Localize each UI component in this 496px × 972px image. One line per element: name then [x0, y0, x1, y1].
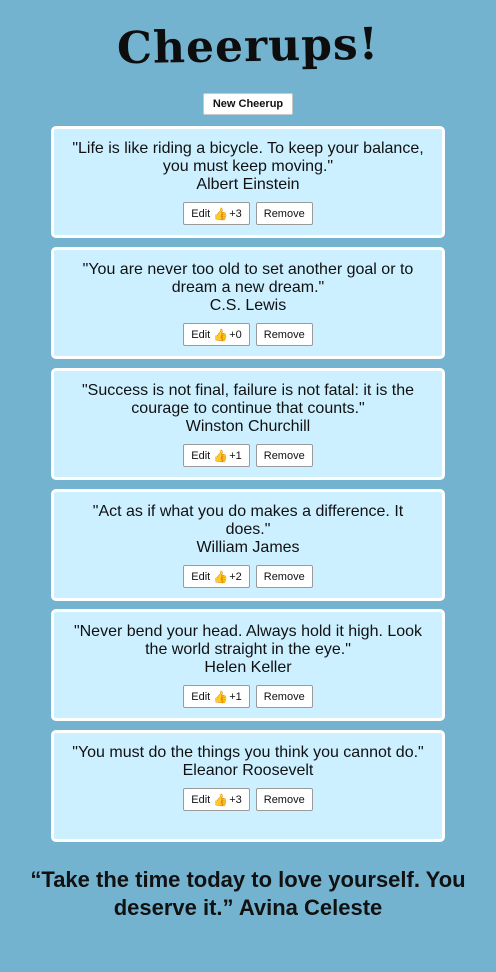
card-actions: Edit 👍 +3 Remove	[54, 788, 442, 811]
remove-button[interactable]: Remove	[255, 202, 313, 225]
quote-author: Winston Churchill	[185, 418, 311, 435]
footer-quote: “Take the time today to love yourself. Y…	[30, 867, 466, 920]
card-actions: Edit 👍 +3 Remove	[54, 202, 442, 225]
quote-text: "Act as if what you do makes a differenc…	[92, 503, 404, 538]
quote-text: "Life is like riding a bicycle. To keep …	[72, 140, 424, 175]
app-title: Cheerups!	[116, 18, 380, 75]
card-actions: Edit 👍 +1 Remove	[54, 685, 442, 708]
cheerup-card: "Act as if what you do makes a differenc…	[51, 489, 445, 601]
edit-label: Edit	[191, 570, 211, 583]
quote-author: Helen Keller	[204, 659, 292, 676]
edit-button[interactable]: Edit 👍 +3	[183, 202, 250, 225]
cheerup-card: "Success is not final, failure is not fa…	[51, 368, 445, 480]
card-actions: Edit 👍 +1 Remove	[54, 444, 442, 467]
cheerup-card: "Never bend your head. Always hold it hi…	[51, 609, 445, 721]
remove-button[interactable]: Remove	[255, 788, 313, 811]
card-actions: Edit 👍 +2 Remove	[54, 565, 442, 588]
vote-count: +2	[229, 570, 242, 583]
cheerup-card: "You are never too old to set another go…	[51, 247, 445, 359]
vote-count: +1	[229, 690, 242, 703]
edit-label: Edit	[191, 207, 211, 220]
edit-button[interactable]: Edit 👍 +2	[183, 565, 250, 588]
cheerup-card: "You must do the things you think you ca…	[51, 730, 445, 842]
thumbs-up-icon: 👍	[213, 689, 229, 704]
thumbs-up-icon: 👍	[213, 792, 229, 807]
quote-author: Eleanor Roosevelt	[182, 762, 314, 779]
quote-author: C.S. Lewis	[209, 297, 287, 314]
cheerup-card: "Life is like riding a bicycle. To keep …	[51, 126, 445, 238]
quote-text: "You must do the things you think you ca…	[72, 744, 424, 761]
thumbs-up-icon: 👍	[213, 569, 229, 584]
quote-author: Albert Einstein	[196, 176, 300, 193]
quote-text: "Success is not final, failure is not fa…	[81, 382, 415, 417]
thumbs-up-icon: 👍	[213, 206, 229, 221]
vote-count: +3	[229, 793, 242, 806]
quote-author: William James	[196, 539, 300, 556]
edit-button[interactable]: Edit 👍 +3	[183, 788, 250, 811]
vote-count: +0	[229, 328, 242, 341]
edit-label: Edit	[191, 328, 211, 341]
edit-button[interactable]: Edit 👍 +1	[183, 685, 250, 708]
card-actions: Edit 👍 +0 Remove	[54, 323, 442, 346]
quote-text: "You are never too old to set another go…	[82, 261, 414, 296]
remove-button[interactable]: Remove	[255, 565, 313, 588]
new-cheerup-button[interactable]: New Cheerup	[203, 93, 293, 115]
edit-label: Edit	[191, 793, 211, 806]
edit-label: Edit	[191, 449, 211, 462]
remove-button[interactable]: Remove	[255, 444, 313, 467]
edit-button[interactable]: Edit 👍 +0	[183, 323, 250, 346]
edit-label: Edit	[191, 690, 211, 703]
vote-count: +3	[229, 207, 242, 220]
thumbs-up-icon: 👍	[213, 448, 229, 463]
quote-text: "Never bend your head. Always hold it hi…	[73, 623, 423, 658]
vote-count: +1	[229, 449, 242, 462]
remove-button[interactable]: Remove	[255, 685, 313, 708]
remove-button[interactable]: Remove	[255, 323, 313, 346]
edit-button[interactable]: Edit 👍 +1	[183, 444, 250, 467]
thumbs-up-icon: 👍	[213, 327, 229, 342]
